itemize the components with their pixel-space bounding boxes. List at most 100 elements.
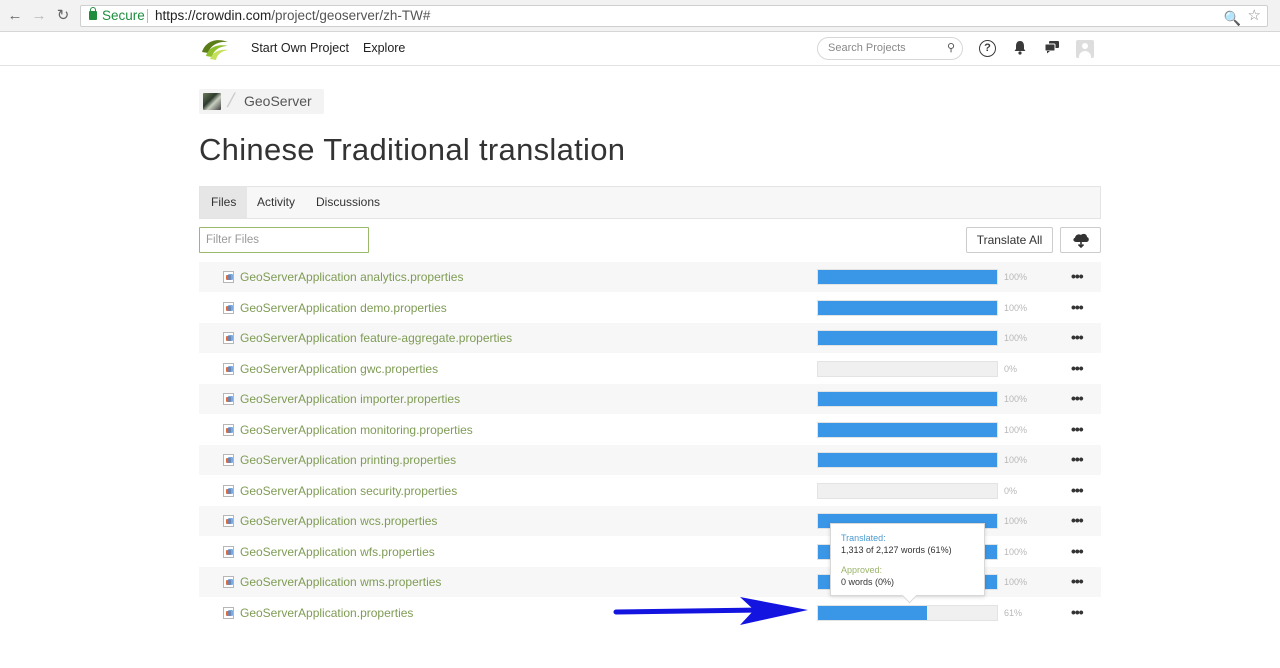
progress-fill (818, 301, 997, 315)
more-options-icon[interactable]: ••• (1071, 573, 1084, 589)
progress-bar[interactable] (817, 269, 998, 285)
progress-percent: 61% (1004, 608, 1023, 618)
tooltip-translated-value: 1,313 of 2,127 words (61%) (841, 545, 952, 555)
cloud-download-icon (1072, 233, 1089, 249)
search-icon[interactable]: ⚲ (947, 41, 955, 54)
file-link[interactable]: GeoServerApplication wfs.properties (240, 545, 435, 559)
filter-input[interactable] (206, 234, 356, 246)
file-icon (223, 546, 234, 558)
tooltip-approved-value: 0 words (0%) (841, 577, 895, 587)
url-text: https://crowdin.com/project/geoserver/zh… (155, 8, 431, 23)
progress-percent: 100% (1004, 303, 1028, 313)
progress-bar[interactable] (817, 300, 998, 316)
file-icon (223, 485, 234, 497)
explore-link[interactable]: Explore (363, 41, 405, 55)
file-row: GeoServerApplication monitoring.properti… (199, 415, 1101, 445)
progress-bar[interactable] (817, 452, 998, 468)
search-input[interactable] (828, 42, 938, 54)
tooltip-translated-label: Translated: (841, 533, 886, 543)
back-arrow-icon[interactable]: ← (6, 7, 24, 25)
progress-bar[interactable] (817, 483, 998, 499)
more-options-icon[interactable]: ••• (1071, 482, 1084, 498)
filter-files[interactable] (199, 227, 369, 253)
progress-percent: 100% (1004, 333, 1028, 343)
annotation-arrow-icon (613, 597, 808, 625)
file-link[interactable]: GeoServerApplication analytics.propertie… (240, 270, 463, 284)
file-link[interactable]: GeoServerApplication feature-aggregate.p… (240, 331, 512, 345)
more-options-icon[interactable]: ••• (1071, 421, 1084, 437)
secure-label: Secure (102, 8, 145, 23)
messages-icon[interactable] (1043, 40, 1061, 58)
file-link[interactable]: GeoServerApplication importer.properties (240, 392, 460, 406)
crowdin-logo-icon[interactable] (200, 36, 230, 62)
more-options-icon[interactable]: ••• (1071, 360, 1084, 376)
progress-fill (818, 331, 997, 345)
file-link[interactable]: GeoServerApplication monitoring.properti… (240, 423, 473, 437)
more-options-icon[interactable]: ••• (1071, 543, 1084, 559)
help-icon[interactable]: ? (979, 40, 996, 57)
page-title: Chinese Traditional translation (199, 132, 626, 167)
app-header: Start Own Project Explore ⚲ ? (0, 32, 1280, 66)
progress-bar[interactable] (817, 422, 998, 438)
more-options-icon[interactable]: ••• (1071, 329, 1084, 345)
tab-activity[interactable]: Activity (246, 187, 306, 218)
breadcrumb[interactable]: / GeoServer (199, 89, 324, 114)
tooltip-approved-label: Approved: (841, 565, 883, 575)
more-options-icon[interactable]: ••• (1071, 451, 1084, 467)
progress-fill (818, 606, 928, 620)
file-icon (223, 607, 234, 619)
progress-percent: 100% (1004, 272, 1028, 282)
search-projects[interactable]: ⚲ (817, 37, 963, 60)
file-icon (223, 424, 234, 436)
progress-percent: 100% (1004, 455, 1028, 465)
more-options-icon[interactable]: ••• (1071, 268, 1084, 284)
progress-bar[interactable] (817, 361, 998, 377)
file-icon (223, 363, 234, 375)
tab-files[interactable]: Files (200, 187, 248, 218)
tab-discussions[interactable]: Discussions (305, 187, 391, 218)
reload-icon[interactable]: ↻ (54, 7, 72, 25)
progress-fill (818, 423, 997, 437)
forward-arrow-icon[interactable]: → (30, 7, 48, 25)
file-row: GeoServerApplication gwc.properties 0% •… (199, 354, 1101, 384)
file-row: GeoServerApplication importer.properties… (199, 384, 1101, 414)
start-own-project-link[interactable]: Start Own Project (251, 41, 349, 55)
file-link[interactable]: GeoServerApplication demo.properties (240, 301, 447, 315)
file-link[interactable]: GeoServerApplication printing.properties (240, 453, 456, 467)
progress-percent: 100% (1004, 516, 1028, 526)
file-row: GeoServerApplication demo.properties 100… (199, 293, 1101, 323)
more-options-icon[interactable]: ••• (1071, 390, 1084, 406)
download-button[interactable] (1060, 227, 1101, 253)
progress-percent: 100% (1004, 577, 1028, 587)
address-bar[interactable]: Secure https://crowdin.com/project/geose… (80, 5, 1268, 27)
breadcrumb-separator: / (225, 90, 237, 112)
more-options-icon[interactable]: ••• (1071, 512, 1084, 528)
file-icon (223, 302, 234, 314)
progress-bar[interactable] (817, 330, 998, 346)
more-options-icon[interactable]: ••• (1071, 604, 1084, 620)
file-icon (223, 576, 234, 588)
bell-icon[interactable] (1011, 40, 1029, 58)
progress-percent: 100% (1004, 425, 1028, 435)
file-row: GeoServerApplication analytics.propertie… (199, 262, 1101, 292)
file-link[interactable]: GeoServerApplication wcs.properties (240, 514, 437, 528)
zoom-icon[interactable]: 🔍 (1224, 8, 1241, 28)
file-link[interactable]: GeoServerApplication wms.properties (240, 575, 441, 589)
progress-percent: 0% (1004, 364, 1018, 374)
file-link[interactable]: GeoServerApplication.properties (240, 606, 413, 620)
breadcrumb-project[interactable]: GeoServer (244, 93, 312, 109)
more-options-icon[interactable]: ••• (1071, 299, 1084, 315)
file-icon (223, 515, 234, 527)
file-link[interactable]: GeoServerApplication security.properties (240, 484, 457, 498)
file-row: GeoServerApplication printing.properties… (199, 445, 1101, 475)
file-link[interactable]: GeoServerApplication gwc.properties (240, 362, 438, 376)
progress-bar[interactable] (817, 605, 998, 621)
progress-percent: 100% (1004, 394, 1028, 404)
bookmark-star-icon[interactable]: ☆ (1248, 6, 1261, 26)
translate-all-button[interactable]: Translate All (966, 227, 1053, 253)
file-row: GeoServerApplication security.properties… (199, 476, 1101, 506)
lock-icon (89, 7, 97, 20)
progress-tooltip: Translated: 1,313 of 2,127 words (61%) A… (830, 523, 985, 596)
avatar[interactable] (1076, 40, 1094, 58)
progress-bar[interactable] (817, 391, 998, 407)
